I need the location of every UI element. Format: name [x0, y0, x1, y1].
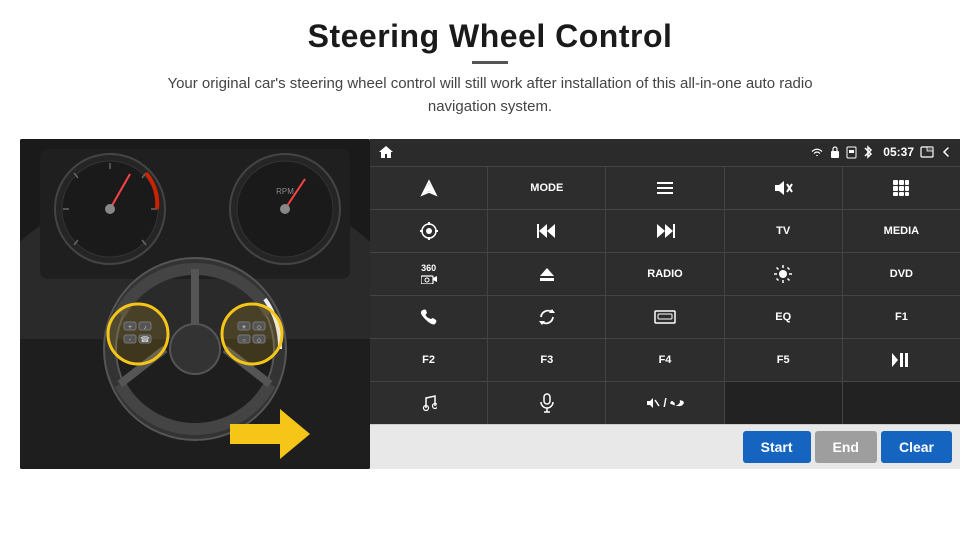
next-icon [655, 223, 675, 239]
title-divider [472, 61, 508, 64]
btn-brightness[interactable] [725, 253, 842, 295]
bluetooth-icon [863, 145, 873, 159]
btn-tv[interactable]: TV [725, 210, 842, 252]
brightness-icon [773, 264, 793, 284]
svg-text:☀: ☀ [241, 324, 246, 331]
apps-icon [892, 179, 910, 197]
btn-music[interactable] [370, 382, 487, 424]
home-icon [378, 145, 394, 159]
bottom-bar: Start End Clear [370, 424, 960, 469]
svg-text:♪: ♪ [144, 325, 147, 331]
status-time: 05:37 [883, 145, 914, 159]
btn-navigate[interactable] [370, 167, 487, 209]
car-image: RPM [20, 139, 370, 469]
btn-prev[interactable] [488, 210, 605, 252]
btn-mute[interactable] [725, 167, 842, 209]
music-icon [421, 394, 437, 412]
status-bar: 05:37 [370, 139, 960, 167]
clear-button[interactable]: Clear [881, 431, 952, 463]
btn-f3[interactable]: F3 [488, 339, 605, 381]
btn-dvd[interactable]: DVD [843, 253, 960, 295]
start-button[interactable]: Start [743, 431, 811, 463]
wifi-icon [810, 146, 824, 158]
btn-sync[interactable] [488, 296, 605, 338]
status-bar-right: 05:37 [810, 145, 952, 159]
btn-empty-2 [843, 382, 960, 424]
btn-phone[interactable] [370, 296, 487, 338]
svg-text:+: + [128, 324, 132, 331]
control-panel: 05:37 [370, 139, 960, 469]
btn-menu[interactable] [606, 167, 723, 209]
camera-icon [421, 274, 437, 284]
svg-text:◇: ◇ [257, 325, 262, 331]
btn-radio[interactable]: RADIO [606, 253, 723, 295]
header-description: Your original car's steering wheel contr… [140, 72, 840, 119]
btn-mic[interactable] [488, 382, 605, 424]
btn-f4[interactable]: F4 [606, 339, 723, 381]
phone-icon [420, 308, 438, 326]
sync-icon [538, 308, 556, 326]
status-bar-left [378, 145, 394, 159]
phone-end-icon [670, 396, 684, 410]
window-btn-icon [654, 310, 676, 324]
btn-eject[interactable] [488, 253, 605, 295]
button-grid: MODE [370, 167, 960, 424]
settings-icon [419, 221, 439, 241]
svg-text:☎: ☎ [140, 335, 150, 344]
btn-settings[interactable] [370, 210, 487, 252]
btn-360cam[interactable]: 360 [370, 253, 487, 295]
end-button[interactable]: End [815, 431, 877, 463]
btn-apps[interactable] [843, 167, 960, 209]
content-area: RPM [20, 139, 960, 469]
page-title: Steering Wheel Control [0, 18, 980, 55]
eject-icon [538, 266, 556, 282]
lock-icon [830, 146, 840, 159]
sim-icon [846, 146, 857, 159]
navigate-icon [420, 179, 438, 197]
btn-f2[interactable]: F2 [370, 339, 487, 381]
svg-text:RPM: RPM [276, 187, 294, 196]
play-pause-icon [891, 352, 911, 368]
vol-down-icon [646, 396, 660, 410]
back-icon [940, 146, 952, 158]
mute-icon [773, 179, 793, 197]
prev-icon [537, 223, 557, 239]
btn-f1[interactable]: F1 [843, 296, 960, 338]
menu-icon [656, 181, 674, 195]
btn-play-pause[interactable] [843, 339, 960, 381]
btn-mode[interactable]: MODE [488, 167, 605, 209]
svg-text:◇: ◇ [257, 338, 262, 344]
svg-text:○: ○ [242, 338, 246, 344]
btn-vol-phone[interactable]: / [606, 382, 723, 424]
btn-window[interactable] [606, 296, 723, 338]
page-wrapper: Steering Wheel Control Your original car… [0, 0, 980, 544]
window-icon [920, 146, 934, 158]
mic-icon [540, 393, 554, 413]
btn-next[interactable] [606, 210, 723, 252]
btn-empty-1 [725, 382, 842, 424]
btn-media[interactable]: MEDIA [843, 210, 960, 252]
header-section: Steering Wheel Control Your original car… [0, 0, 980, 127]
btn-f5[interactable]: F5 [725, 339, 842, 381]
btn-eq[interactable]: EQ [725, 296, 842, 338]
